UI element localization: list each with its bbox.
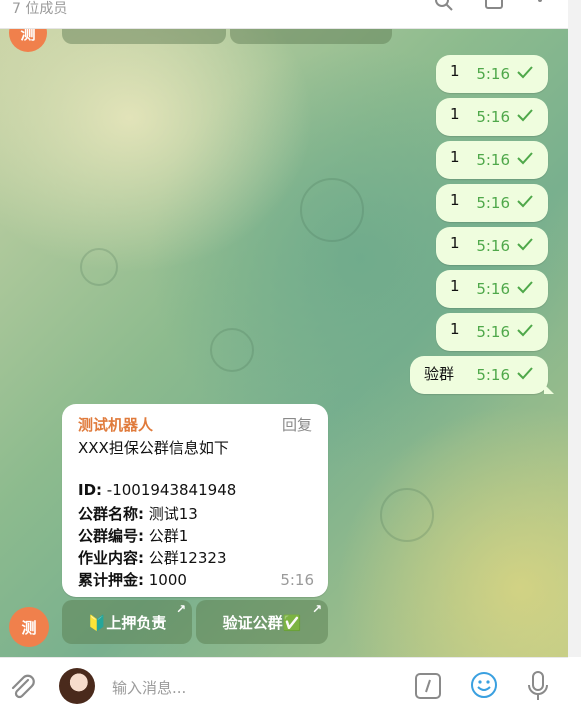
read-check-icon [517, 109, 533, 122]
message-bubble-outgoing[interactable]: 1 5:16 [436, 270, 548, 308]
external-link-icon: ↗ [311, 602, 322, 616]
intro-text: XXX担保公群信息如下 [78, 439, 229, 457]
bot-avatar[interactable]: 测 [9, 28, 47, 52]
read-check-icon [517, 195, 533, 208]
chat-area: 测 1 5:16 1 5:16 1 5:16 1 5:16 1 5:16 1 5… [0, 28, 568, 657]
number-label: 公群编号: [78, 527, 144, 545]
read-check-icon [517, 367, 533, 380]
message-time: 5:16 [476, 65, 510, 83]
message-text: 1 [450, 277, 460, 295]
message-text: 1 [450, 105, 460, 123]
keyboard-button-prev[interactable] [230, 28, 392, 44]
background-doodle [210, 328, 254, 372]
search-icon[interactable] [434, 0, 454, 12]
work-value: 公群12323 [144, 549, 227, 567]
message-time: 5:16 [476, 323, 510, 341]
member-count: 7 位成员 [12, 1, 68, 17]
message-text: 1 [450, 234, 460, 252]
keyboard-button-verify[interactable]: 验证公群✅ ↗ [196, 600, 328, 644]
work-label: 作业内容: [78, 549, 144, 567]
message-time: 5:16 [280, 571, 314, 589]
keyboard-button-prev[interactable] [62, 28, 226, 44]
scrollbar[interactable] [567, 0, 581, 657]
read-check-icon [517, 281, 533, 294]
message-time: 5:16 [476, 280, 510, 298]
message-text: 1 [450, 191, 460, 209]
id-label: ID: [78, 481, 103, 499]
message-time: 5:16 [476, 151, 510, 169]
bubble-tail [544, 384, 554, 394]
message-bubble-outgoing[interactable]: 1 5:16 [436, 141, 548, 179]
bot-avatar[interactable]: 测 [9, 607, 49, 647]
id-value: -1001943841948 [102, 481, 237, 499]
deposit-value: 1000 [144, 571, 187, 589]
keyboard-button-deposit[interactable]: 🔰上押负责 ↗ [62, 600, 192, 644]
keyboard-button-label: 🔰上押负责 [87, 613, 167, 632]
message-time: 5:16 [476, 194, 510, 212]
read-check-icon [517, 152, 533, 165]
message-bubble-outgoing[interactable]: 验群 5:16 [410, 356, 554, 394]
microphone-icon[interactable] [527, 670, 549, 702]
deposit-label: 累计押金: [78, 571, 144, 589]
message-bubble-outgoing[interactable]: 1 5:16 [436, 184, 548, 222]
message-input[interactable]: 输入消息... [112, 677, 186, 698]
more-menu-icon[interactable] [530, 0, 550, 12]
number-line: 公群编号: 公群1 [78, 525, 188, 546]
paperclip-icon[interactable] [8, 672, 36, 702]
sender-name[interactable]: 测试机器人 [78, 414, 153, 435]
read-check-icon [517, 66, 533, 79]
message-bubble-outgoing[interactable]: 1 5:16 [436, 227, 548, 265]
work-line: 作业内容: 公群12323 [78, 547, 227, 568]
chat-header: 7 位成员 [0, 0, 568, 29]
user-avatar[interactable] [59, 668, 95, 704]
background-doodle [80, 248, 118, 286]
name-value: 测试13 [144, 505, 198, 523]
external-link-icon: ↗ [175, 602, 186, 616]
deposit-line: 累计押金: 1000 [78, 569, 187, 590]
message-text: 1 [450, 62, 460, 80]
bot-commands-icon[interactable] [415, 673, 441, 699]
message-text: 1 [450, 148, 460, 166]
message-time: 5:16 [476, 237, 510, 255]
message-text: 验群 [424, 365, 455, 383]
message-bubble-incoming[interactable]: 测试机器人 回复 XXX担保公群信息如下 ID: -1001943841948 … [62, 404, 328, 597]
slash-glyph [425, 679, 431, 693]
reply-button[interactable]: 回复 [282, 414, 312, 435]
message-bubble-outgoing[interactable]: 1 5:16 [436, 313, 548, 351]
id-line: ID: -1001943841948 [78, 481, 236, 499]
emoji-icon[interactable] [470, 671, 498, 699]
name-line: 公群名称: 测试13 [78, 503, 198, 524]
message-text: 1 [450, 320, 460, 338]
name-label: 公群名称: [78, 505, 144, 523]
read-check-icon [517, 324, 533, 337]
sidebar-toggle-icon[interactable] [484, 0, 504, 12]
message-bubble-outgoing[interactable]: 1 5:16 [436, 55, 548, 93]
message-time: 5:16 [476, 366, 510, 384]
background-doodle [300, 178, 364, 242]
background-doodle [380, 488, 434, 542]
read-check-icon [517, 238, 533, 251]
message-time: 5:16 [476, 108, 510, 126]
keyboard-button-label: 验证公群✅ [222, 613, 302, 632]
message-bubble-outgoing[interactable]: 1 5:16 [436, 98, 548, 136]
number-value: 公群1 [144, 527, 189, 545]
message-composer: 输入消息... [0, 657, 568, 715]
